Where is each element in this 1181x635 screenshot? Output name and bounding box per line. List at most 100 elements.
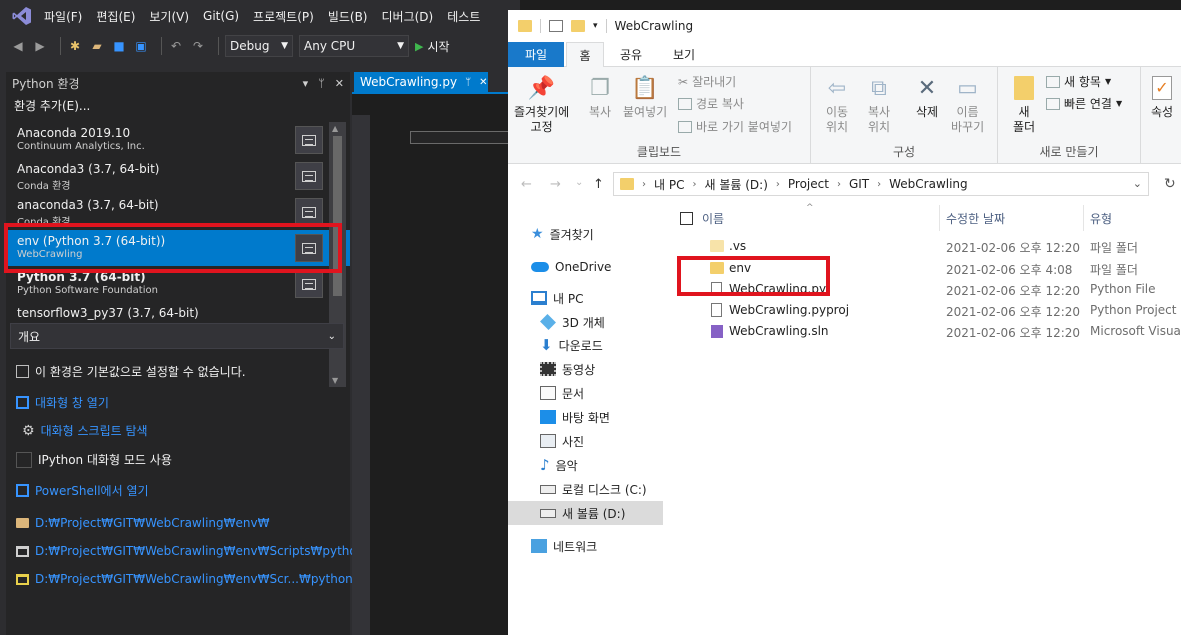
nav-downloads[interactable]: ⬇ 다운로드 [540,334,603,356]
new-project-icon[interactable]: ✱ [67,38,83,54]
code-editor[interactable] [352,94,520,635]
tab-share[interactable]: 공유 [608,42,654,67]
close-icon[interactable]: ✕ [479,77,487,88]
open-powershell-link[interactable]: PowerShell에서 열기 [16,482,149,499]
open-interactive-button[interactable] [295,162,323,190]
scroll-down-icon[interactable]: ▼ [332,376,338,385]
chevron-down-icon[interactable]: ▾ [593,21,598,31]
start-button[interactable]: ▶ 시작 [415,38,450,55]
visual-studio-logo-icon[interactable] [12,5,34,27]
ipython-mode-checkbox[interactable]: IPython 대화형 모드 사용 [16,451,172,468]
editor-tab-webcrawling[interactable]: WebCrawling.py ᛘ ✕ [354,72,488,92]
python-exe-link[interactable]: D:₩Project₩GIT₩WebCrawling₩env₩Scripts₩p… [16,544,389,558]
breadcrumb-item[interactable]: 내 PC [654,176,684,193]
new-folder-icon[interactable] [571,20,585,32]
editor-navigation-bar[interactable] [410,131,520,144]
column-header-name[interactable]: 이름 [696,205,940,231]
save-all-icon[interactable]: ▣ [133,38,149,54]
menu-view[interactable]: 보기(V) [149,8,189,25]
environment-item[interactable]: Anaconda 2019.10 Continuum Analytics, In… [6,122,350,158]
paste-shortcut-button[interactable]: 바로 가기 붙여넣기 [678,118,792,135]
nav-documents[interactable]: 문서 [540,382,584,404]
column-header-date[interactable]: 수정한 날짜 [940,205,1084,231]
delete-button[interactable]: ✕ 삭제 [913,73,941,120]
forward-icon[interactable]: → [550,177,561,192]
breadcrumb-item[interactable]: Project [788,177,829,191]
open-interactive-button[interactable] [295,270,323,298]
undo-icon[interactable]: ↶ [168,38,184,54]
nav-music[interactable]: ♪ 음악 [540,454,578,476]
open-folder-icon[interactable]: ▰ [89,38,105,54]
redo-icon[interactable]: ↷ [190,38,206,54]
nav-this-pc[interactable]: 내 PC [531,287,583,309]
file-row[interactable]: WebCrawling.sln 2021-02-06 오후 12:20 Micr… [674,321,1181,342]
column-header-type[interactable]: 유형 [1084,205,1181,231]
recent-chevron-icon[interactable]: ⌄ [575,177,583,188]
browse-scripts-link[interactable]: ⚙ 대화형 스크립트 탐색 [22,422,148,439]
select-all-checkbox[interactable] [680,212,693,225]
nav-3d-objects[interactable]: 3D 개체 [540,311,605,333]
nav-quick-access[interactable]: ★ 즐겨찾기 [531,223,594,245]
paste-button[interactable]: 📋 붙여넣기 [623,73,667,120]
add-environment-link[interactable]: 환경 추가(E)... [6,94,350,116]
breadcrumb-item[interactable]: 새 볼륨 (D:) [704,176,767,193]
pin-quick-access-button[interactable]: 📌 즐겨찾기에 고정 [514,73,569,135]
new-group: 새 폴더 새 항목 ▼ 빠른 연결 ▼ 새로 만들기 [998,67,1141,164]
pin-icon[interactable]: ᛘ [465,77,471,88]
back-icon[interactable]: ← [521,177,532,192]
env-folder-link[interactable]: D:₩Project₩GIT₩WebCrawling₩env₩ [16,516,269,530]
close-icon[interactable]: ✕ [335,77,344,90]
menu-git[interactable]: Git(G) [203,9,239,23]
move-to-button[interactable]: ⇦ 이동 위치 [823,73,851,135]
address-bar[interactable]: › 내 PC › 새 볼륨 (D:) › Project › GIT › Web… [613,172,1149,196]
refresh-icon[interactable]: ↻ [1164,176,1176,192]
easy-access-button[interactable]: 빠른 연결 ▼ [1046,95,1122,112]
chevron-down-icon[interactable]: ⌄ [1133,177,1142,190]
tab-view[interactable]: 보기 [658,42,710,67]
scroll-up-icon[interactable]: ▲ [332,124,338,133]
open-interactive-button[interactable] [295,198,323,226]
pin-icon[interactable]: ᛘ [318,77,325,90]
menu-debug[interactable]: 디버그(D) [382,8,434,25]
nav-new-volume[interactable]: 새 볼륨 (D:) [508,501,663,525]
nav-network[interactable]: 네트워크 [531,535,597,557]
tab-file[interactable]: 파일 [508,42,564,67]
properties-button[interactable]: ✓ 속성 [1148,73,1176,120]
file-row[interactable]: .vs 2021-02-06 오후 12:20 파일 폴더 [674,236,1181,257]
copy-button[interactable]: ❐ 복사 [586,73,614,120]
dropdown-icon[interactable]: ▾ [303,77,309,90]
pythonw-exe-link[interactable]: D:₩Project₩GIT₩WebCrawling₩env₩Scr...₩py… [16,572,387,586]
rename-button[interactable]: ▭ 이름 바꾸기 [951,73,984,135]
breadcrumb-item[interactable]: WebCrawling [889,177,968,191]
open-interactive-window-link[interactable]: 대화형 창 열기 [16,394,109,411]
forward-icon[interactable]: ▶ [32,38,48,54]
properties-icon[interactable] [549,20,563,32]
breadcrumb-item[interactable]: GIT [849,177,869,191]
copy-path-button[interactable]: 경로 복사 [678,95,744,112]
back-icon[interactable]: ◀ [10,38,26,54]
overview-dropdown[interactable]: 개요 ⌄ [10,323,344,349]
copy-to-button[interactable]: ⧉ 복사 위치 [865,73,893,135]
menu-project[interactable]: 프로젝트(P) [253,8,314,25]
menu-build[interactable]: 빌드(B) [328,8,368,25]
nav-onedrive[interactable]: OneDrive [531,256,611,278]
platform-dropdown[interactable]: Any CPU ▼ [299,35,409,57]
new-item-button[interactable]: 새 항목 ▼ [1046,73,1111,90]
up-arrow-icon[interactable]: ↑ [593,177,604,192]
nav-pictures[interactable]: 사진 [540,430,584,452]
open-interactive-button[interactable] [295,126,323,154]
new-folder-button[interactable]: 새 폴더 [1010,73,1038,135]
file-row[interactable]: WebCrawling.pyproj 2021-02-06 오후 12:20 P… [674,300,1181,321]
save-icon[interactable]: ■ [111,38,127,54]
cut-button[interactable]: ✂ 잘라내기 [678,73,736,90]
configuration-dropdown[interactable]: Debug ▼ [225,35,293,57]
menu-file[interactable]: 파일(F) [44,8,82,25]
nav-desktop[interactable]: 바탕 화면 [540,406,610,428]
menu-test[interactable]: 테스트 [447,8,480,25]
environment-item[interactable]: Anaconda3 (3.7, 64-bit) Conda 환경 [6,158,350,194]
tab-home[interactable]: 홈 [566,42,604,68]
nav-videos[interactable]: 동영상 [540,358,595,380]
nav-local-disk[interactable]: 로컬 디스크 (C:) [540,478,647,500]
menu-edit[interactable]: 편집(E) [96,8,135,25]
checkbox[interactable] [16,451,32,468]
